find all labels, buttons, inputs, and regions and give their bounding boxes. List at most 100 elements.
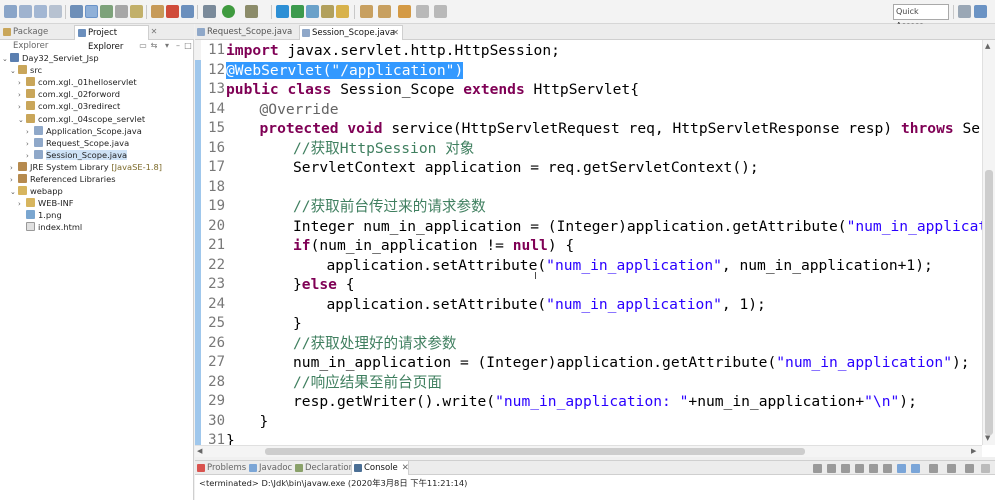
- tab-console[interactable]: Console ✕: [351, 461, 409, 475]
- minimize-icon[interactable]: [981, 464, 990, 473]
- code-line[interactable]: Integer num_in_application = (Integer)ap…: [293, 217, 995, 237]
- open-type-icon[interactable]: [321, 5, 334, 18]
- code-line[interactable]: //响应结果至前台页面: [293, 373, 442, 393]
- chevron-down-icon[interactable]: ⌄: [18, 114, 26, 126]
- tab-declaration[interactable]: Declaration: [293, 461, 354, 475]
- code-editor[interactable]: 11 12 13 14 15 16 17 18 19 20 21 22 23 24 25 26 27 28 29 30…: [195, 40, 995, 457]
- open-perspective-icon[interactable]: [958, 5, 971, 18]
- code-line[interactable]: num_in_application = (Integer)applicatio…: [293, 353, 970, 373]
- tab-project-explorer[interactable]: Project Explorer: [74, 25, 149, 52]
- external-tools-icon[interactable]: [245, 5, 258, 18]
- toggle-mark-icon[interactable]: [85, 5, 98, 18]
- maximize-icon[interactable]: □: [183, 40, 193, 51]
- minimize-icon[interactable]: –: [173, 40, 183, 51]
- link-editor-icon[interactable]: ⇆: [149, 40, 159, 51]
- code-line[interactable]: }: [293, 314, 302, 334]
- wrap-icon[interactable]: [100, 5, 113, 18]
- java-ee-perspective-icon[interactable]: [974, 5, 987, 18]
- code-line[interactable]: protected void service(HttpServletReques…: [260, 119, 995, 139]
- new-class-icon[interactable]: [306, 5, 319, 18]
- display-console-icon[interactable]: [947, 464, 956, 473]
- run-icon[interactable]: [222, 5, 235, 18]
- tree-item[interactable]: ⌄ com.xgl._04scope_servlet: [18, 113, 145, 125]
- scroll-down-icon[interactable]: ▼: [985, 434, 990, 442]
- save-icon[interactable]: [19, 5, 32, 18]
- tab-package-explorer[interactable]: Package Explorer: [0, 25, 78, 51]
- remove-all-icon[interactable]: [841, 464, 850, 473]
- chevron-down-icon[interactable]: ⌄: [10, 65, 18, 77]
- tree-item[interactable]: › Request_Scope.java: [26, 137, 129, 149]
- block-select-icon[interactable]: [130, 5, 143, 18]
- scroll-lock-icon[interactable]: [869, 464, 878, 473]
- save-all-icon[interactable]: [34, 5, 47, 18]
- code-line[interactable]: @Override: [260, 100, 339, 120]
- new-icon[interactable]: [4, 5, 17, 18]
- scroll-up-icon[interactable]: ▲: [985, 42, 990, 50]
- tree-item[interactable]: › Session_Scope.java: [26, 149, 128, 161]
- editor-vertical-scrollbar[interactable]: ▲ ▼: [982, 40, 995, 445]
- scroll-right-icon[interactable]: ▶: [971, 447, 976, 455]
- tab-session-scope[interactable]: Session_Scope.java ✕: [299, 25, 403, 40]
- next-annotation-icon[interactable]: [360, 5, 373, 18]
- whitespace-icon[interactable]: [115, 5, 128, 18]
- collapse-all-icon[interactable]: ▭: [138, 40, 148, 51]
- server-icon[interactable]: [151, 5, 164, 18]
- tab-javadoc[interactable]: Javadoc: [247, 461, 293, 475]
- stop-server-icon[interactable]: [166, 5, 179, 18]
- code-line[interactable]: application.setAttribute("num_in_applica…: [327, 295, 766, 315]
- tree-item[interactable]: › Application_Scope.java: [26, 125, 142, 137]
- tree-item[interactable]: › com.xgl._02forword: [18, 88, 120, 100]
- view-menu-icon[interactable]: ▾: [162, 40, 172, 51]
- tree-item[interactable]: › WEB-INF: [18, 197, 74, 209]
- scroll-left-icon[interactable]: ◀: [197, 447, 202, 455]
- close-icon[interactable]: ✕: [392, 26, 399, 40]
- code-line[interactable]: application.setAttribute("num_in_applica…: [327, 256, 933, 276]
- back-icon[interactable]: [416, 5, 429, 18]
- print-icon[interactable]: [49, 5, 62, 18]
- code-line[interactable]: //获取前台传过来的请求参数: [293, 197, 486, 217]
- tree-item[interactable]: › com.xgl._03redirect: [18, 100, 120, 112]
- chevron-down-icon[interactable]: ⌄: [2, 53, 10, 65]
- code-line[interactable]: if(num_in_application != null) {: [293, 236, 574, 256]
- console-view[interactable]: <terminated> D:\Jdk\bin\javaw.exe (2020年…: [195, 475, 995, 500]
- debug-icon[interactable]: [203, 5, 216, 18]
- code-line[interactable]: }: [260, 412, 269, 432]
- tree-item[interactable]: ⌄ src: [10, 64, 42, 76]
- tree-item[interactable]: ⌄ Day32_Serviet_Jsp: [2, 52, 99, 64]
- tree-item[interactable]: index.html: [18, 221, 82, 233]
- editor-horizontal-scrollbar[interactable]: ◀ ▶: [195, 445, 982, 457]
- new-java-project-icon[interactable]: [276, 5, 289, 18]
- quick-access-input[interactable]: Quick Access: [893, 4, 949, 30]
- tree-item[interactable]: 1.png: [18, 209, 62, 221]
- close-icon[interactable]: ✕: [149, 26, 159, 37]
- tree-item[interactable]: › Referenced Libraries: [10, 173, 116, 185]
- show-stderr-icon[interactable]: [911, 464, 920, 473]
- code-line[interactable]: @WebServlet("/application"): [226, 61, 464, 81]
- scrollbar-thumb[interactable]: [265, 448, 805, 455]
- last-edit-icon[interactable]: [398, 5, 411, 18]
- clear-console-icon[interactable]: [855, 464, 864, 473]
- tree-item[interactable]: › JRE System Library [JavaSE-1.8]: [10, 161, 162, 173]
- code-line[interactable]: }else {: [293, 275, 355, 295]
- skip-breakpoints-icon[interactable]: [181, 5, 194, 18]
- pin-console-icon[interactable]: [929, 464, 938, 473]
- tab-problems[interactable]: Problems: [195, 461, 247, 475]
- terminal-icon[interactable]: [70, 5, 83, 18]
- code-line[interactable]: public class Session_Scope extends HttpS…: [226, 80, 639, 100]
- chevron-down-icon[interactable]: ⌄: [10, 186, 18, 198]
- show-stdout-icon[interactable]: [897, 464, 906, 473]
- code-line[interactable]: import javax.servlet.http.HttpSession;: [226, 41, 560, 61]
- tab-request-scope[interactable]: Request_Scope.java: [195, 25, 299, 40]
- code-line[interactable]: ServletContext application = req.getServ…: [293, 158, 759, 178]
- tree-item[interactable]: › com.xgl._01helloservlet: [18, 76, 137, 88]
- code-line[interactable]: resp.getWriter().write("num_in_applicati…: [293, 392, 917, 412]
- remove-launch-icon[interactable]: [827, 464, 836, 473]
- forward-icon[interactable]: [434, 5, 447, 18]
- scrollbar-thumb[interactable]: [985, 170, 993, 435]
- open-console-icon[interactable]: [965, 464, 974, 473]
- prev-annotation-icon[interactable]: [378, 5, 391, 18]
- search-icon[interactable]: [336, 5, 349, 18]
- terminate-icon[interactable]: [813, 464, 822, 473]
- close-icon[interactable]: ✕: [402, 463, 409, 473]
- new-package-icon[interactable]: [291, 5, 304, 18]
